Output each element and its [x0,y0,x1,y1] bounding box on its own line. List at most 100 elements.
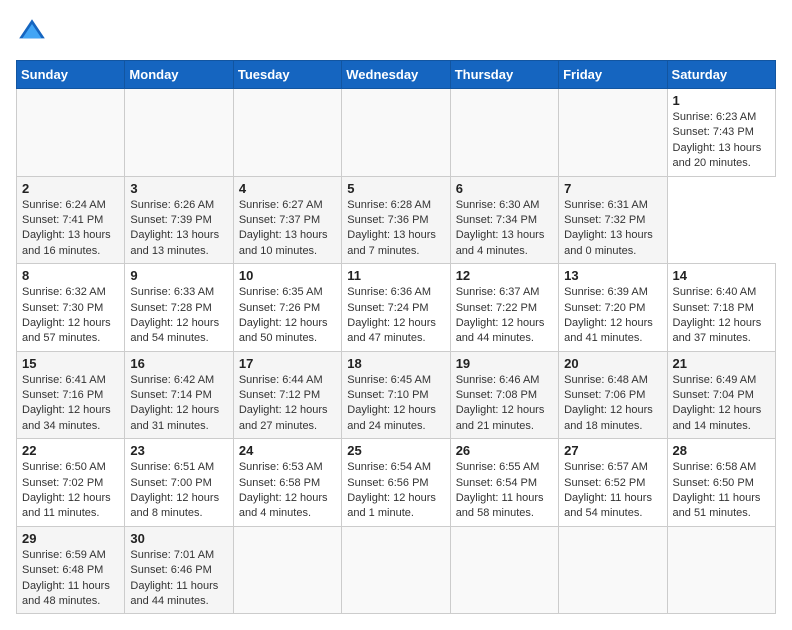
day-number: 10 [239,268,336,283]
weekday-header-thursday: Thursday [450,61,558,89]
calendar-day-7: 7Sunrise: 6:31 AMSunset: 7:32 PMDaylight… [559,176,667,264]
calendar-day-14: 14 Sunrise: 6:40 AMSunset: 7:18 PMDayligh… [667,264,775,352]
calendar-day-2: 2 Sunrise: 6:24 AMSunset: 7:41 PMDaylight… [17,176,125,264]
day-number: 18 [347,356,444,371]
day-info: Sunrise: 6:30 AMSunset: 7:34 PMDaylight:… [456,198,553,260]
day-info: Sunrise: 6:33 AMSunset: 7:28 PMDaylight:… [130,285,227,347]
day-number: 14 [673,268,770,283]
weekday-header-monday: Monday [125,61,233,89]
empty-cell [559,526,667,614]
day-number: 3 [130,181,227,196]
calendar-day-10: 10Sunrise: 6:35 AMSunset: 7:26 PMDayligh… [233,264,341,352]
day-info: Sunrise: 6:44 AMSunset: 7:12 PMDaylight:… [239,373,336,435]
calendar-day-11: 11 Sunrise: 6:36 AMSunset: 7:24 PMDayligh… [342,264,450,352]
calendar-day-13: 13 Sunrise: 6:39 AMSunset: 7:20 PMDayligh… [559,264,667,352]
day-number: 30 [130,531,227,546]
day-number: 29 [22,531,119,546]
day-info: Sunrise: 6:39 AMSunset: 7:20 PMDaylight:… [564,285,661,347]
empty-cell [233,526,341,614]
empty-cell [233,89,341,177]
day-info: Sunrise: 6:54 AMSunset: 6:56 PMDaylight:… [347,460,444,522]
day-number: 11 [347,268,444,283]
day-number: 28 [673,443,770,458]
calendar-day-15: 15Sunrise: 6:41 AMSunset: 7:16 PMDayligh… [17,351,125,439]
day-info: Sunrise: 6:48 AMSunset: 7:06 PMDaylight:… [564,373,661,435]
calendar-day-22: 22 Sunrise: 6:50 AMSunset: 7:02 PMDayligh… [17,439,125,527]
day-info: Sunrise: 6:28 AMSunset: 7:36 PMDaylight:… [347,198,444,260]
day-info: Sunrise: 6:31 AMSunset: 7:32 PMDaylight:… [564,198,661,260]
day-number: 5 [347,181,444,196]
day-info: Sunrise: 6:27 AMSunset: 7:37 PMDaylight:… [239,198,336,260]
day-info: Sunrise: 6:45 AMSunset: 7:10 PMDaylight:… [347,373,444,435]
day-info: Sunrise: 6:42 AMSunset: 7:14 PMDaylight:… [130,373,227,435]
day-number: 21 [673,356,770,371]
calendar-day-17: 17 Sunrise: 6:44 AMSunset: 7:12 PMDayligh… [233,351,341,439]
day-number: 26 [456,443,553,458]
day-number: 19 [456,356,553,371]
calendar-day-24: 24Sunrise: 6:53 AMSunset: 6:58 PMDayligh… [233,439,341,527]
calendar-day-27: 27Sunrise: 6:57 AMSunset: 6:52 PMDayligh… [559,439,667,527]
day-info: Sunrise: 6:23 AMSunset: 7:43 PMDaylight:… [673,110,770,172]
empty-cell [667,526,775,614]
calendar-day-16: 16 Sunrise: 6:42 AMSunset: 7:14 PMDayligh… [125,351,233,439]
day-number: 9 [130,268,227,283]
calendar-week-3: 8Sunrise: 6:32 AMSunset: 7:30 PMDaylight… [17,264,776,352]
calendar-header: SundayMondayTuesdayWednesdayThursdayFrid… [17,61,776,89]
calendar-body: 1 Sunrise: 6:23 AMSunset: 7:43 PMDaylight… [17,89,776,614]
calendar-day-29: 29Sunrise: 6:59 AMSunset: 6:48 PMDayligh… [17,526,125,614]
calendar-day-9: 9 Sunrise: 6:33 AMSunset: 7:28 PMDaylight… [125,264,233,352]
day-number: 6 [456,181,553,196]
calendar-week-6: 29Sunrise: 6:59 AMSunset: 6:48 PMDayligh… [17,526,776,614]
day-number: 13 [564,268,661,283]
weekday-header-row: SundayMondayTuesdayWednesdayThursdayFrid… [17,61,776,89]
day-number: 22 [22,443,119,458]
empty-cell [450,89,558,177]
day-info: Sunrise: 6:32 AMSunset: 7:30 PMDaylight:… [22,285,119,347]
calendar-day-23: 23 Sunrise: 6:51 AMSunset: 7:00 PMDayligh… [125,439,233,527]
day-number: 25 [347,443,444,458]
calendar-week-5: 22 Sunrise: 6:50 AMSunset: 7:02 PMDayligh… [17,439,776,527]
day-info: Sunrise: 6:24 AMSunset: 7:41 PMDaylight:… [22,198,119,260]
weekday-header-wednesday: Wednesday [342,61,450,89]
weekday-header-tuesday: Tuesday [233,61,341,89]
day-number: 23 [130,443,227,458]
empty-cell [559,89,667,177]
weekday-header-saturday: Saturday [667,61,775,89]
calendar-day-1: 1 Sunrise: 6:23 AMSunset: 7:43 PMDaylight… [667,89,775,177]
day-number: 2 [22,181,119,196]
calendar-day-3: 3Sunrise: 6:26 AMSunset: 7:39 PMDaylight… [125,176,233,264]
calendar-week-2: 2 Sunrise: 6:24 AMSunset: 7:41 PMDaylight… [17,176,776,264]
day-info: Sunrise: 6:36 AMSunset: 7:24 PMDaylight:… [347,285,444,347]
empty-cell [125,89,233,177]
day-number: 20 [564,356,661,371]
day-number: 1 [673,93,770,108]
calendar-day-21: 21 Sunrise: 6:49 AMSunset: 7:04 PMDayligh… [667,351,775,439]
empty-cell [17,89,125,177]
calendar-table: SundayMondayTuesdayWednesdayThursdayFrid… [16,60,776,614]
day-info: Sunrise: 6:57 AMSunset: 6:52 PMDaylight:… [564,460,661,522]
calendar-day-30: 30 Sunrise: 7:01 AMSunset: 6:46 PMDayligh… [125,526,233,614]
calendar-day-12: 12 Sunrise: 6:37 AMSunset: 7:22 PMDayligh… [450,264,558,352]
page-header [16,16,776,48]
calendar-week-4: 15Sunrise: 6:41 AMSunset: 7:16 PMDayligh… [17,351,776,439]
day-info: Sunrise: 6:50 AMSunset: 7:02 PMDaylight:… [22,460,119,522]
day-info: Sunrise: 6:40 AMSunset: 7:18 PMDaylight:… [673,285,770,347]
day-info: Sunrise: 6:46 AMSunset: 7:08 PMDaylight:… [456,373,553,435]
day-info: Sunrise: 7:01 AMSunset: 6:46 PMDaylight:… [130,548,227,610]
calendar-day-18: 18 Sunrise: 6:45 AMSunset: 7:10 PMDayligh… [342,351,450,439]
weekday-header-friday: Friday [559,61,667,89]
day-number: 12 [456,268,553,283]
day-number: 15 [22,356,119,371]
day-info: Sunrise: 6:37 AMSunset: 7:22 PMDaylight:… [456,285,553,347]
logo-icon [16,16,48,48]
empty-cell [450,526,558,614]
calendar-day-28: 28Sunrise: 6:58 AMSunset: 6:50 PMDayligh… [667,439,775,527]
calendar-day-26: 26Sunrise: 6:55 AMSunset: 6:54 PMDayligh… [450,439,558,527]
calendar-day-6: 6 Sunrise: 6:30 AMSunset: 7:34 PMDaylight… [450,176,558,264]
day-info: Sunrise: 6:49 AMSunset: 7:04 PMDaylight:… [673,373,770,435]
day-info: Sunrise: 6:51 AMSunset: 7:00 PMDaylight:… [130,460,227,522]
day-number: 16 [130,356,227,371]
weekday-header-sunday: Sunday [17,61,125,89]
day-number: 17 [239,356,336,371]
calendar-day-4: 4Sunrise: 6:27 AMSunset: 7:37 PMDaylight… [233,176,341,264]
